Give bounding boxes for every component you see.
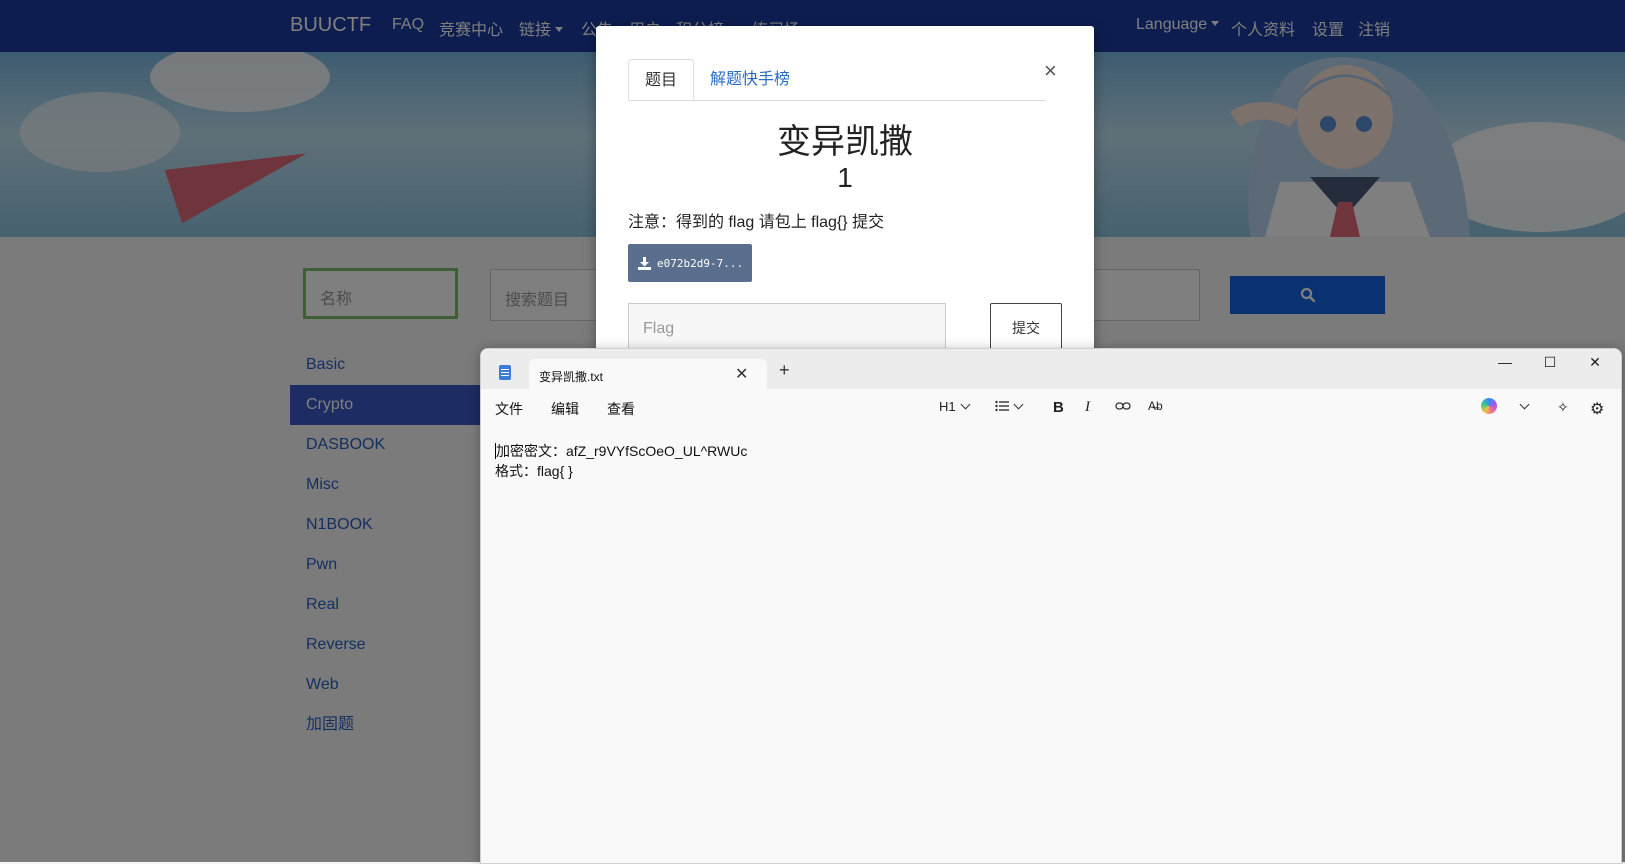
notepad-menubar: 文件 编辑 查看 H1 B I A̶b ✧ ⚙ <box>481 389 1621 427</box>
notepad-window: 变异凯撒.txt ✕ + — ☐ ✕ 文件 编辑 查看 H1 B I A̶b ✧… <box>480 348 1622 864</box>
heading-dropdown[interactable]: H1 <box>939 399 971 414</box>
menu-file[interactable]: 文件 <box>495 399 523 419</box>
download-filename: e072b2d9-7... <box>657 256 744 270</box>
notepad-app-icon <box>499 365 511 380</box>
notepad-text-area[interactable]: 加密密文：afZ_r9VYfScOeO_UL^RWUc 格式：flag{ } <box>495 441 747 481</box>
menu-edit[interactable]: 编辑 <box>551 399 579 419</box>
link-icon[interactable] <box>1115 399 1131 414</box>
flag-input[interactable]: Flag <box>628 303 946 353</box>
close-icon[interactable]: × <box>1044 58 1057 84</box>
minimize-icon[interactable]: — <box>1485 354 1525 370</box>
close-tab-icon[interactable]: ✕ <box>735 364 748 384</box>
italic-icon[interactable]: I <box>1085 399 1090 416</box>
ai-assist-icon[interactable]: ✧ <box>1557 399 1569 416</box>
text-line-format: 格式：flag{ } <box>495 463 573 479</box>
copilot-dropdown[interactable] <box>1515 399 1530 414</box>
document-tab-title: 变异凯撒.txt <box>539 370 604 384</box>
maximize-icon[interactable]: ☐ <box>1530 354 1570 371</box>
tab-solves[interactable]: 解题快手榜 <box>694 59 806 100</box>
challenge-modal: 题目 解题快手榜 × 变异凯撒 1 注意：得到的 flag 请包上 flag{}… <box>596 26 1094 376</box>
bold-icon[interactable]: B <box>1053 399 1064 416</box>
modal-tabs: 题目 解题快手榜 <box>628 59 1046 101</box>
flag-input-placeholder: Flag <box>643 320 675 337</box>
window-close-icon[interactable]: ✕ <box>1575 354 1615 371</box>
menu-view[interactable]: 查看 <box>607 399 635 419</box>
heading-label: H1 <box>939 399 956 414</box>
download-icon <box>638 256 651 270</box>
challenge-note: 注意：得到的 flag 请包上 flag{} 提交 <box>628 214 885 231</box>
tab-challenge[interactable]: 题目 <box>628 59 694 100</box>
list-icon <box>995 400 1009 412</box>
notepad-titlebar[interactable]: 变异凯撒.txt ✕ + — ☐ ✕ <box>481 349 1621 391</box>
download-attachment-button[interactable]: e072b2d9-7... <box>628 244 752 282</box>
list-dropdown[interactable] <box>995 399 1024 414</box>
new-tab-icon[interactable]: + <box>779 360 790 381</box>
text-line-ciphertext: 加密密文：afZ_r9VYfScOeO_UL^RWUc <box>495 443 748 459</box>
clear-formatting-icon[interactable]: A̶b <box>1148 399 1163 413</box>
settings-gear-icon[interactable]: ⚙ <box>1590 399 1604 419</box>
submit-flag-button[interactable]: 提交 <box>990 303 1062 353</box>
challenge-title: 变异凯撒 <box>777 123 913 161</box>
copilot-icon[interactable] <box>1481 398 1497 414</box>
document-tab[interactable]: 变异凯撒.txt ✕ <box>529 359 767 391</box>
challenge-points: 1 <box>837 162 853 193</box>
